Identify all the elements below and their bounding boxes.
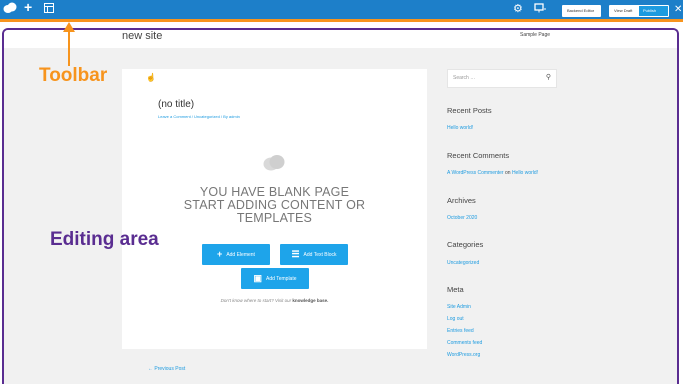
- recent-post-link[interactable]: Hello world!: [447, 125, 473, 131]
- editing-area-annotation: Editing area: [50, 229, 159, 250]
- cloud-icon: [263, 155, 285, 171]
- editor-toolbar: + ⚙ Backend Editor View Draft Publish ✕: [0, 0, 683, 22]
- layout-icon[interactable]: [44, 3, 54, 17]
- meta-link-log-out[interactable]: Log out: [447, 316, 464, 322]
- search-icon[interactable]: ⚲: [546, 73, 551, 81]
- site-header: new site Sample Page: [4, 30, 677, 48]
- post-title[interactable]: (no title): [158, 99, 194, 110]
- recent-comment-item: A WordPress Commenter on Hello world!: [447, 170, 538, 176]
- site-title[interactable]: new site: [122, 30, 162, 42]
- add-template-label: Add Template: [266, 275, 297, 282]
- plus-icon: +: [217, 249, 223, 259]
- search-input[interactable]: Search … ⚲: [447, 69, 557, 88]
- close-icon[interactable]: ✕: [674, 3, 682, 16]
- add-template-button[interactable]: ▣ Add Template: [241, 268, 309, 289]
- cursor-icon: ☝: [146, 73, 156, 82]
- comment-author-link[interactable]: A WordPress Commenter: [447, 170, 504, 176]
- meta-link-site-admin[interactable]: Site Admin: [447, 304, 471, 310]
- add-element-button[interactable]: + Add Element: [202, 244, 270, 265]
- comment-post-link[interactable]: Hello world!: [512, 170, 538, 176]
- meta-link-comments-feed[interactable]: Comments feed: [447, 340, 482, 346]
- recent-comments-title: Recent Comments: [447, 151, 510, 160]
- text-block-icon: ☰: [291, 249, 300, 259]
- plus-icon[interactable]: +: [24, 0, 32, 14]
- logo-icon[interactable]: [3, 2, 17, 18]
- archive-link[interactable]: October 2020: [447, 215, 477, 221]
- template-icon: ▣: [253, 273, 263, 283]
- gear-icon[interactable]: ⚙: [513, 3, 523, 16]
- previous-post-link[interactable]: ← Previous Post: [148, 366, 185, 372]
- post-meta[interactable]: Leave a Comment / Uncategorized / By adm…: [158, 114, 240, 119]
- meta-link-entries-feed[interactable]: Entries feed: [447, 328, 474, 334]
- add-element-label: Add Element: [226, 251, 255, 258]
- nav-link-sample-page[interactable]: Sample Page: [520, 32, 550, 38]
- help-text: Don't know where to start? Visit our kno…: [220, 298, 329, 303]
- monitor-icon[interactable]: [534, 3, 546, 17]
- add-text-block-label: Add Text Block: [303, 251, 337, 258]
- meta-link-wordpress-org[interactable]: WordPress.org: [447, 352, 480, 358]
- archives-title: Archives: [447, 196, 476, 205]
- content-area[interactable]: ☝ (no title) Leave a Comment / Uncategor…: [122, 69, 427, 349]
- toolbar-pointer-arrow: [63, 22, 75, 66]
- backend-editor-button[interactable]: Backend Editor: [562, 5, 601, 17]
- categories-title: Categories: [447, 240, 484, 249]
- recent-posts-title: Recent Posts: [447, 106, 492, 115]
- search-placeholder: Search …: [453, 75, 476, 81]
- publish-button[interactable]: Publish: [638, 5, 669, 17]
- toolbar-annotation: Toolbar: [39, 65, 108, 86]
- category-link[interactable]: Uncategorized: [447, 260, 479, 266]
- meta-title: Meta: [447, 285, 464, 294]
- knowledge-base-link[interactable]: knowledge base.: [292, 298, 328, 303]
- add-text-block-button[interactable]: ☰ Add Text Block: [280, 244, 348, 265]
- blank-page-heading-line3: TEMPLATES: [236, 211, 313, 225]
- comment-on-text: on: [504, 170, 511, 176]
